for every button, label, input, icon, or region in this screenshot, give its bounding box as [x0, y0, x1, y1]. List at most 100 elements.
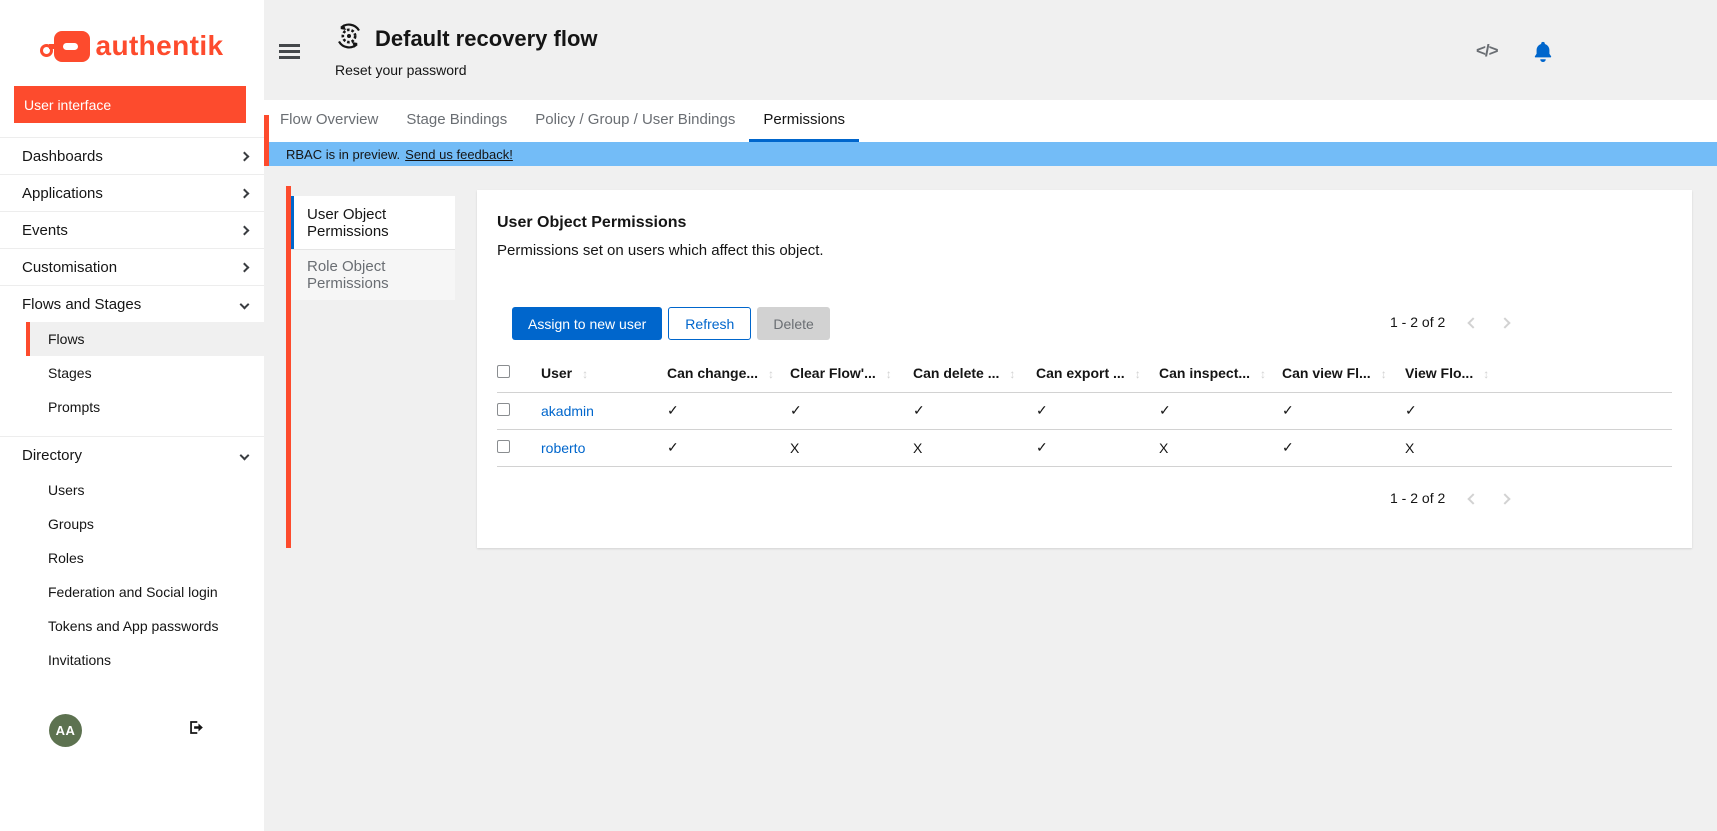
delete-button[interactable]: Delete: [757, 307, 829, 340]
permission-mark: X: [1159, 440, 1168, 456]
sidebar-item-label: Roles: [48, 550, 84, 566]
user-cell: roberto: [541, 429, 667, 466]
sort-icon[interactable]: ↕: [768, 367, 774, 381]
pagination-bottom: 1 - 2 of 2: [1390, 490, 1509, 506]
sidebar-item-flows-and-stages[interactable]: Flows and Stages: [0, 285, 264, 322]
sidebar-item-events[interactable]: Events: [0, 211, 264, 248]
hamburger-icon[interactable]: [279, 44, 300, 63]
pagination-label: 1 - 2 of 2: [1390, 490, 1445, 506]
tab-permissions[interactable]: Permissions: [749, 100, 859, 142]
tab-label: Stage Bindings: [406, 111, 507, 128]
brand-name: authentik: [95, 30, 223, 62]
sidebar-item-label: Applications: [22, 185, 103, 202]
row-checkbox[interactable]: [497, 403, 510, 416]
sidebar-item-customisation[interactable]: Customisation: [0, 248, 264, 285]
permission-mark: ✓: [1036, 439, 1048, 455]
sort-icon[interactable]: ↕: [1381, 367, 1387, 381]
logout-icon[interactable]: [187, 718, 206, 742]
user-cell: akadmin: [541, 392, 667, 429]
permission-mark: ✓: [667, 402, 679, 418]
column-header-clear-flow[interactable]: Clear Flow'...↕: [790, 355, 913, 392]
sidebar-group: UsersGroups Roles Federation and Social lo…: [0, 473, 264, 689]
sidebar-item-label: Flows: [48, 331, 85, 347]
permission-mark: ✓: [667, 439, 679, 455]
row-checkbox[interactable]: [497, 440, 510, 453]
permissions-panel: User Object Permissions Permissions set …: [477, 190, 1692, 548]
column-header-can-view-fl[interactable]: Can view Fl...↕: [1282, 355, 1405, 392]
permission-mark: ✓: [1282, 439, 1294, 455]
user-link[interactable]: roberto: [541, 440, 585, 456]
pagination-label: 1 - 2 of 2: [1390, 314, 1445, 330]
sidebar-item-groups[interactable]: Groups: [26, 507, 264, 541]
column-label: View Flo...: [1405, 365, 1473, 381]
table-header-row: User↕Can change...↕Clear Flow'...↕Can de…: [497, 355, 1672, 392]
column-label: Can delete ...: [913, 365, 999, 381]
refresh-button[interactable]: Refresh: [668, 307, 751, 340]
sidebar-item-roles[interactable]: Roles: [26, 541, 264, 575]
sidebar-item-prompts[interactable]: Prompts: [26, 390, 264, 424]
sidebar-item-directory[interactable]: Directory: [0, 436, 264, 473]
column-label: Can inspect...: [1159, 365, 1250, 381]
chevron-right-icon: [240, 151, 250, 161]
sidebar-item-invitations[interactable]: Invitations: [26, 643, 264, 677]
sidebar-item-label: Invitations: [48, 652, 111, 668]
chevron-left-icon: [1468, 493, 1479, 504]
permission-cell: ✓: [1159, 392, 1282, 429]
chevron-down-icon: [240, 450, 250, 460]
pagination-next-button[interactable]: [1501, 491, 1509, 506]
column-header-user[interactable]: User↕: [541, 355, 667, 392]
sidebar-item-tokens-and-app-passwords[interactable]: Tokens and App passwords: [26, 609, 264, 643]
permission-mark: ✓: [1036, 402, 1048, 418]
tab-policy-group-user-bindings[interactable]: Policy / Group / User Bindings: [521, 100, 749, 142]
column-header-can-inspect[interactable]: Can inspect... ↕: [1159, 355, 1282, 392]
app-window: authentik User interface Dashboards Appli…: [0, 0, 1717, 831]
pagination-top: 1 - 2 of 2: [1390, 314, 1509, 330]
sort-icon[interactable]: ↕: [1135, 367, 1141, 381]
select-all-checkbox[interactable]: [497, 365, 510, 378]
column-header-can-delete[interactable]: Can delete ... ↕: [913, 355, 1036, 392]
avatar[interactable]: AA: [49, 714, 82, 747]
sort-icon[interactable]: ↕: [1009, 367, 1015, 381]
sidebar-item-users[interactable]: Users: [26, 473, 264, 507]
column-header-can-change[interactable]: Can change...↕: [667, 355, 790, 392]
sidebar-item-applications[interactable]: Applications: [0, 174, 264, 211]
pagination-next-button[interactable]: [1501, 315, 1509, 330]
sidebar-item-label: Events: [22, 222, 68, 239]
sort-icon[interactable]: ↕: [1483, 367, 1489, 381]
permission-cell: X: [1405, 429, 1528, 466]
sidebar-item-federation-and-social-login[interactable]: Federation and Social login: [26, 575, 264, 609]
tab-bar: Flow Overview Stage Bindings Policy / Grou…: [264, 100, 1717, 142]
column-label: Can export ...: [1036, 365, 1125, 381]
sidebar-item-flows[interactable]: Flows: [26, 322, 264, 356]
column-header-view-flo[interactable]: View Flo... ↕: [1405, 355, 1528, 392]
row-select-cell: [497, 392, 541, 429]
bell-icon[interactable]: [1532, 40, 1554, 67]
sidebar-item-label: Customisation: [22, 259, 117, 276]
pagination-prev-button[interactable]: [1469, 491, 1477, 506]
permission-cell: ✓: [1282, 429, 1405, 466]
pagination-prev-button[interactable]: [1469, 315, 1477, 330]
subtab-role-object-permissions[interactable]: Role Object Permissions: [291, 249, 455, 300]
tab-label: Permissions: [763, 111, 845, 128]
assign-to-new-user-button[interactable]: Assign to new user: [512, 307, 662, 340]
tab-stage-bindings[interactable]: Stage Bindings: [392, 100, 521, 142]
permission-cell: ✓: [1405, 392, 1528, 429]
code-icon[interactable]: </>: [1476, 41, 1498, 61]
sort-icon[interactable]: ↕: [1260, 367, 1266, 381]
permission-mark: ✓: [913, 402, 925, 418]
sort-icon[interactable]: ↕: [582, 367, 588, 381]
sidebar-group: Flows StagesPrompts: [0, 322, 264, 436]
accent-stripe: [264, 115, 269, 166]
permission-cell: ✓: [1282, 392, 1405, 429]
user-link[interactable]: akadmin: [541, 403, 594, 419]
sort-icon[interactable]: ↕: [886, 367, 892, 381]
table-row: roberto✓XX✓X✓X: [497, 429, 1672, 466]
rbac-preview-banner: RBAC is in preview. Send us feedback!: [264, 142, 1717, 166]
column-header-can-export[interactable]: Can export ... ↕: [1036, 355, 1159, 392]
subtab-user-object-permissions[interactable]: User Object Permissions: [291, 196, 455, 249]
sidebar-item-stages[interactable]: Stages: [26, 356, 264, 390]
sidebar-item-dashboards[interactable]: Dashboards: [0, 137, 264, 174]
user-interface-button[interactable]: User interface: [14, 86, 246, 123]
tab-flow-overview[interactable]: Flow Overview: [266, 100, 392, 142]
feedback-link[interactable]: Send us feedback!: [405, 147, 513, 162]
